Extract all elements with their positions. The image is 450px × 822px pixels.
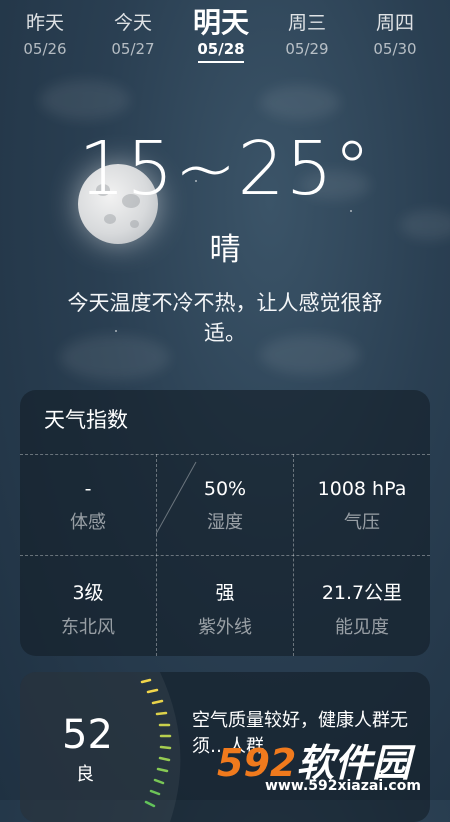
index-label: 东北风 (61, 617, 115, 638)
index-label: 湿度 (207, 512, 243, 533)
index-visibility: 21.7公里 能见度 (294, 578, 430, 639)
index-value: 强 (215, 582, 235, 604)
tab-yesterday[interactable]: 昨天 05/26 (0, 8, 90, 58)
index-value: 3级 (72, 582, 104, 604)
index-pressure: 1008 hPa 气压 (294, 478, 430, 534)
tab-tomorrow[interactable]: 明天 05/28 (176, 8, 266, 63)
aqi-value: 52 (62, 712, 113, 758)
watermark: 592软件园 www.592xiazai.com (205, 728, 450, 800)
index-label: 气压 (344, 512, 380, 533)
weather-description: 今天温度不冷不热，让人感觉很舒适。 (67, 291, 383, 345)
card-title: 天气指数 (44, 408, 128, 432)
divider (20, 555, 430, 556)
index-label: 体感 (70, 512, 106, 533)
tab-label: 明天 (192, 6, 249, 39)
tab-date: 05/30 (373, 40, 417, 58)
tab-label: 周三 (287, 12, 326, 34)
tab-date: 05/26 (23, 40, 67, 58)
index-label: 紫外线 (198, 617, 252, 638)
index-wind: 3级 东北风 (20, 578, 156, 639)
tab-label: 今天 (113, 12, 152, 34)
index-value: - (84, 478, 92, 500)
tab-active-indicator (198, 61, 244, 63)
index-value: 1008 hPa (317, 478, 407, 500)
cloud-decoration (40, 80, 130, 120)
weather-condition: 晴 (209, 232, 241, 268)
day-tabs: 昨天 05/26 今天 05/27 明天 05/28 周三 05/29 周四 0… (0, 8, 450, 68)
tab-date: 05/27 (111, 40, 155, 58)
tab-date: 05/28 (197, 40, 245, 58)
tab-thursday[interactable]: 周四 05/30 (350, 8, 440, 58)
index-value: 21.7公里 (321, 582, 403, 604)
index-humidity: 50% 湿度 (157, 478, 293, 534)
tab-wednesday[interactable]: 周三 05/29 (262, 8, 352, 58)
weather-index-card: 天气指数 - 体感 50% 湿度 1008 hPa 气压 3级 东北风 强 紫外… (20, 390, 430, 656)
index-grid: - 体感 50% 湿度 1008 hPa 气压 3级 东北风 强 紫外线 21.… (20, 454, 430, 656)
index-uv: 强 紫外线 (157, 578, 293, 639)
index-feels-like: - 体感 (20, 478, 156, 534)
cloud-decoration (260, 85, 340, 120)
temperature-range: 15~25° (78, 126, 372, 212)
index-value: 50% (203, 478, 247, 500)
tab-date: 05/29 (285, 40, 329, 58)
tab-label: 昨天 (25, 12, 64, 34)
index-label: 能见度 (335, 617, 389, 638)
tab-today[interactable]: 今天 05/27 (88, 8, 178, 58)
watermark-url: www.592xiazai.com (265, 778, 421, 794)
tab-label: 周四 (375, 12, 414, 34)
aqi-level: 良 (76, 764, 94, 785)
